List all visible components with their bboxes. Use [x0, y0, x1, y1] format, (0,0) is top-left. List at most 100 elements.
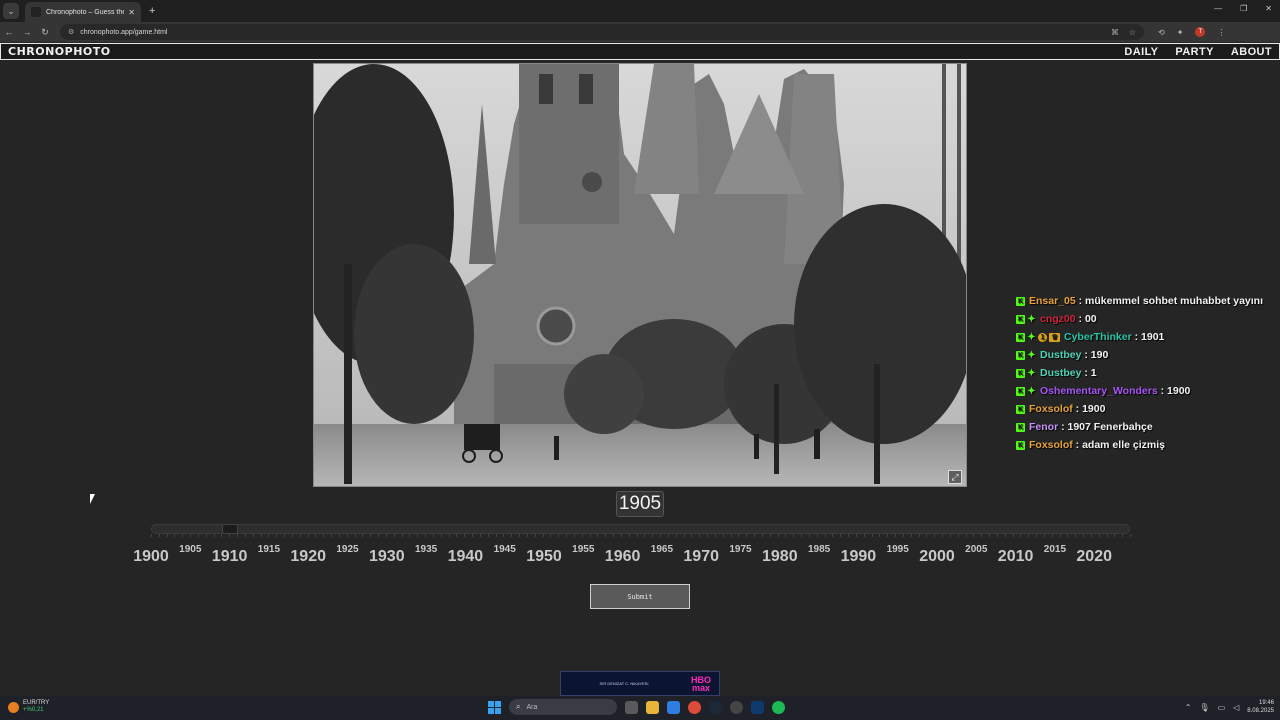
slider-tick: [769, 534, 771, 537]
address-bar[interactable]: ⚙ chronophoto.app/game.html ⌘ ☆: [60, 24, 1144, 40]
slider-tick: [205, 534, 207, 537]
year-label-1955: 1955: [572, 544, 595, 555]
nav-daily-link[interactable]: DAILY: [1124, 46, 1158, 58]
slider-tick: [456, 534, 458, 537]
file-explorer-icon[interactable]: [646, 700, 659, 714]
slider-tick: [229, 534, 231, 537]
taskbar-search[interactable]: ⌕ Ara: [509, 699, 617, 715]
profile-avatar[interactable]: T: [1195, 27, 1206, 37]
restore-icon[interactable]: ❐: [1240, 4, 1247, 13]
kick-badge-icon: K: [1016, 440, 1025, 450]
slider-tick: [260, 534, 262, 537]
subscriber-badge-icon: ✦: [1027, 367, 1036, 379]
chat-username[interactable]: Fenor: [1029, 421, 1058, 433]
close-window-icon[interactable]: ✕: [1265, 4, 1272, 13]
slider-tick: [566, 534, 568, 537]
slider-tick: [190, 534, 192, 537]
slider-tick: [636, 534, 638, 537]
nav-party-link[interactable]: PARTY: [1175, 46, 1213, 58]
slider-tick: [777, 534, 779, 537]
year-label-1980: 1980: [762, 548, 798, 565]
slider-tick: [871, 534, 873, 537]
year-label-1990: 1990: [840, 548, 877, 565]
slider-tick: [417, 534, 419, 537]
chrome-icon[interactable]: [688, 700, 701, 714]
volume-icon[interactable]: ◁: [1233, 703, 1239, 712]
taskbar-clock[interactable]: 19:46 8.08.2025: [1247, 699, 1274, 715]
slider-tick: [197, 534, 199, 537]
chat-username[interactable]: CyberThinker: [1064, 331, 1132, 343]
ad-text: SIR DENIZAT C. NIKAYESI: [599, 681, 649, 686]
slider-tick: [1130, 534, 1131, 537]
slider-tick: [942, 534, 944, 537]
chat-username[interactable]: Dustbey: [1040, 367, 1081, 379]
nav-about-link[interactable]: ABOUT: [1231, 46, 1272, 58]
slider-tick: [895, 534, 897, 537]
slider-tick: [182, 534, 184, 537]
chat-username[interactable]: cngz00: [1040, 313, 1076, 325]
chat-username[interactable]: Oshementary_Wonders: [1040, 385, 1158, 397]
stream-chat-overlay: K Ensar_05 : mükemmel sohbet muhabbet yay…: [1016, 292, 1278, 454]
extension-icon[interactable]: ⟲: [1158, 28, 1165, 37]
clock-time: 19:46: [1258, 700, 1274, 706]
ad-banner[interactable]: SIR DENIZAT C. NIKAYESI HBO max: [560, 671, 720, 696]
clock-date: 8.08.2025: [1247, 708, 1274, 714]
slider-tick: [495, 534, 497, 537]
slider-tick: [425, 534, 427, 537]
year-slider-thumb[interactable]: [222, 524, 239, 534]
chat-message: K ✦ 1 ♛ CyberThinker : 1901: [1016, 328, 1278, 346]
selected-year-display: 1905: [616, 491, 664, 517]
site-logo[interactable]: CHRONOPHOTO: [8, 45, 111, 58]
slider-tick: [1122, 534, 1124, 537]
year-label-1960: 1960: [604, 548, 641, 565]
submit-button[interactable]: Submit: [590, 584, 690, 609]
steam-icon[interactable]: [709, 700, 722, 714]
slider-tick: [362, 534, 364, 537]
slider-tick: [605, 534, 607, 537]
chat-username[interactable]: Dustbey: [1040, 349, 1081, 361]
chat-username[interactable]: Foxsolof: [1029, 403, 1073, 415]
browser-menu-icon[interactable]: ⋮: [1217, 28, 1225, 37]
taskbar-widget[interactable]: EUR/TRY +%0,21: [8, 700, 49, 714]
obs-icon[interactable]: [730, 700, 743, 714]
back-icon[interactable]: ←: [0, 27, 18, 37]
forward-icon[interactable]: →: [18, 27, 36, 37]
minimize-icon[interactable]: —: [1214, 4, 1222, 13]
bookmark-star-icon[interactable]: ☆: [1129, 28, 1136, 37]
task-view-icon[interactable]: [625, 700, 638, 714]
subscriber-badge-icon: ✦: [1027, 349, 1036, 361]
extensions-puzzle-icon[interactable]: ✦: [1177, 28, 1184, 37]
tab-search-icon[interactable]: ⌄: [3, 3, 19, 19]
year-slider[interactable]: [151, 524, 1130, 534]
slider-tick: [848, 534, 850, 537]
slider-tick: [644, 534, 646, 537]
microphone-icon[interactable]: 🎙: [1199, 703, 1209, 712]
browser-tab[interactable]: Chronophoto – Guess the Year ✕: [25, 2, 141, 22]
spotify-icon[interactable]: [772, 700, 785, 714]
slider-tick: [840, 534, 842, 537]
slider-tick: [393, 534, 395, 537]
tab-close-icon[interactable]: ✕: [128, 8, 135, 17]
chat-message: K ✦ Dustbey : 1: [1016, 364, 1278, 382]
widget-title: EUR/TRY: [23, 700, 50, 706]
kick-badge-icon: K: [1016, 314, 1025, 324]
kick-badge-icon: K: [1016, 404, 1025, 414]
slider-tick: [973, 534, 975, 537]
photoshop-icon[interactable]: [751, 700, 764, 714]
new-tab-button[interactable]: +: [149, 5, 155, 17]
fullscreen-icon[interactable]: ⤢: [948, 470, 962, 484]
year-label-1920: 1920: [290, 548, 326, 565]
windows-start-icon[interactable]: [488, 700, 501, 714]
chat-username[interactable]: Foxsolof: [1029, 439, 1073, 451]
translate-icon[interactable]: ⌘: [1111, 28, 1119, 37]
edge-icon[interactable]: [667, 700, 680, 714]
chat-username[interactable]: Ensar_05: [1029, 295, 1076, 307]
slider-tick: [174, 534, 176, 537]
network-icon[interactable]: ▭: [1218, 703, 1226, 712]
url-text[interactable]: chronophoto.app/game.html: [80, 29, 167, 36]
chat-message: K Fenor : 1907 Fenerbahçe: [1016, 418, 1278, 436]
slider-tick: [511, 534, 513, 537]
site-info-icon[interactable]: ⚙: [68, 28, 74, 36]
tray-chevron-icon[interactable]: ⌃: [1185, 703, 1192, 712]
reload-icon[interactable]: ↻: [36, 27, 54, 38]
